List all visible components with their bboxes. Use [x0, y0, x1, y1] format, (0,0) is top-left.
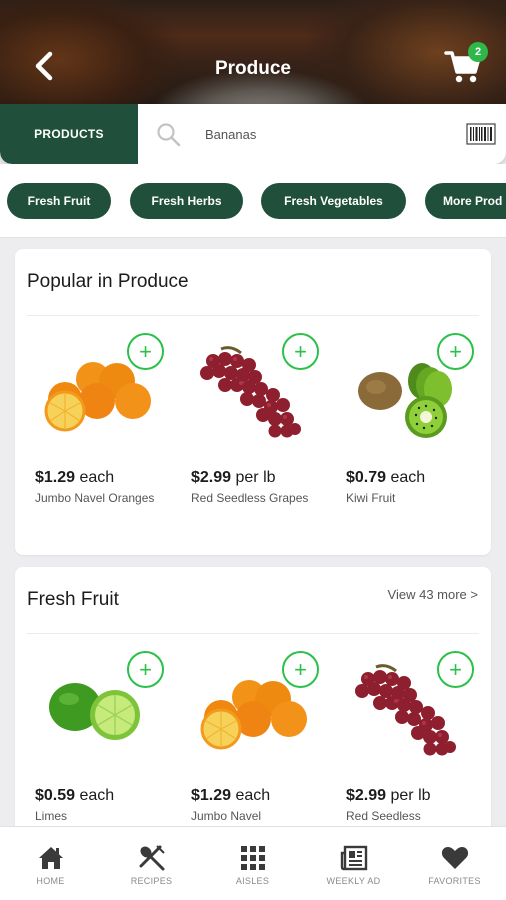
products-tab[interactable]: PRODUCTS — [0, 104, 138, 164]
favorites-icon — [441, 847, 468, 869]
header-banner: Produce 2 — [0, 0, 506, 104]
nav-aisles[interactable]: AISLES — [202, 827, 303, 900]
search-bar: PRODUCTS — [0, 104, 506, 164]
product-unit: each — [231, 787, 271, 804]
product-unit: per lb — [231, 469, 276, 486]
product-price: $0.59 — [35, 787, 76, 804]
nav-label: WEEKLY AD — [326, 876, 381, 886]
cart-button[interactable]: 2 — [442, 42, 492, 88]
product-unit: each — [386, 469, 426, 486]
chip-fresh-vegetables[interactable]: Fresh Vegetables — [261, 183, 406, 219]
recipes-icon — [139, 845, 165, 871]
nav-label: HOME — [36, 876, 65, 886]
product-name: Kiwi Fruit — [346, 491, 396, 505]
nav-home[interactable]: HOME — [0, 827, 101, 900]
add-to-cart-button[interactable]: + — [127, 333, 164, 370]
product-name: Red Seedless — [346, 809, 421, 823]
bottom-nav: HOME RECIPES AISLES WEEKLY AD FAVORITES — [0, 826, 506, 900]
view-more-link[interactable]: View 43 more > — [388, 587, 478, 602]
nav-favorites[interactable]: FAVORITES — [404, 827, 505, 900]
product-price: $2.99 — [191, 469, 232, 486]
add-to-cart-button[interactable]: + — [127, 651, 164, 688]
nav-label: RECIPES — [130, 876, 173, 886]
add-to-cart-button[interactable]: + — [437, 651, 474, 688]
nav-weekly-ad[interactable]: WEEKLY AD — [303, 827, 404, 900]
product-name: Limes — [35, 809, 68, 823]
product-tile[interactable]: + $1.29 each Jumbo Navel — [191, 651, 331, 837]
popular-card: Popular in Produce + $1.29 each Jumbo Na… — [15, 249, 491, 555]
product-price: $2.99 — [346, 787, 387, 804]
section-title: Fresh Fruit — [27, 589, 119, 610]
nav-label: FAVORITES — [428, 876, 481, 886]
search-icon — [157, 123, 181, 147]
barcode-scanner-icon[interactable] — [466, 122, 496, 146]
product-price: $1.29 — [35, 469, 76, 486]
add-to-cart-button[interactable]: + — [437, 333, 474, 370]
weekly-ad-icon — [340, 845, 367, 871]
product-unit: per lb — [386, 787, 431, 804]
cart-count-badge: 2 — [468, 42, 488, 62]
product-unit: each — [75, 469, 115, 486]
product-tile[interactable]: + $0.79 each Kiwi Fruit — [346, 333, 486, 529]
product-name: Red Seedless Grapes — [191, 491, 309, 505]
nav-recipes[interactable]: RECIPES — [101, 827, 202, 900]
product-name: Jumbo Navel Oranges — [35, 491, 155, 505]
chip-fresh-herbs[interactable]: Fresh Herbs — [130, 183, 243, 219]
category-chips: Fresh Fruit Fresh Herbs Fresh Vegetables… — [0, 164, 506, 238]
fresh-fruit-card: Fresh Fruit View 43 more > + $0.59 each … — [15, 567, 491, 847]
home-icon — [38, 847, 63, 869]
product-price: $0.79 — [346, 469, 387, 486]
search-input[interactable] — [205, 123, 445, 145]
product-price: $1.29 — [191, 787, 232, 804]
chip-more-products[interactable]: More Prod — [425, 183, 506, 219]
product-tile[interactable]: + $2.99 per lb Red Seedless — [346, 651, 486, 837]
page-title: Produce — [214, 58, 292, 79]
add-to-cart-button[interactable]: + — [282, 651, 319, 688]
aisles-icon — [240, 846, 265, 870]
section-title: Popular in Produce — [27, 271, 189, 292]
add-to-cart-button[interactable]: + — [282, 333, 319, 370]
nav-label: AISLES — [235, 876, 270, 886]
product-name: Jumbo Navel — [191, 809, 262, 823]
product-tile[interactable]: + $2.99 per lb Red Seedless Grapes — [191, 333, 331, 529]
chip-fresh-fruit[interactable]: Fresh Fruit — [7, 183, 111, 219]
product-tile[interactable]: + $0.59 each Limes — [35, 651, 175, 837]
product-unit: each — [75, 787, 115, 804]
product-tile[interactable]: + $1.29 each Jumbo Navel Oranges — [35, 333, 175, 529]
